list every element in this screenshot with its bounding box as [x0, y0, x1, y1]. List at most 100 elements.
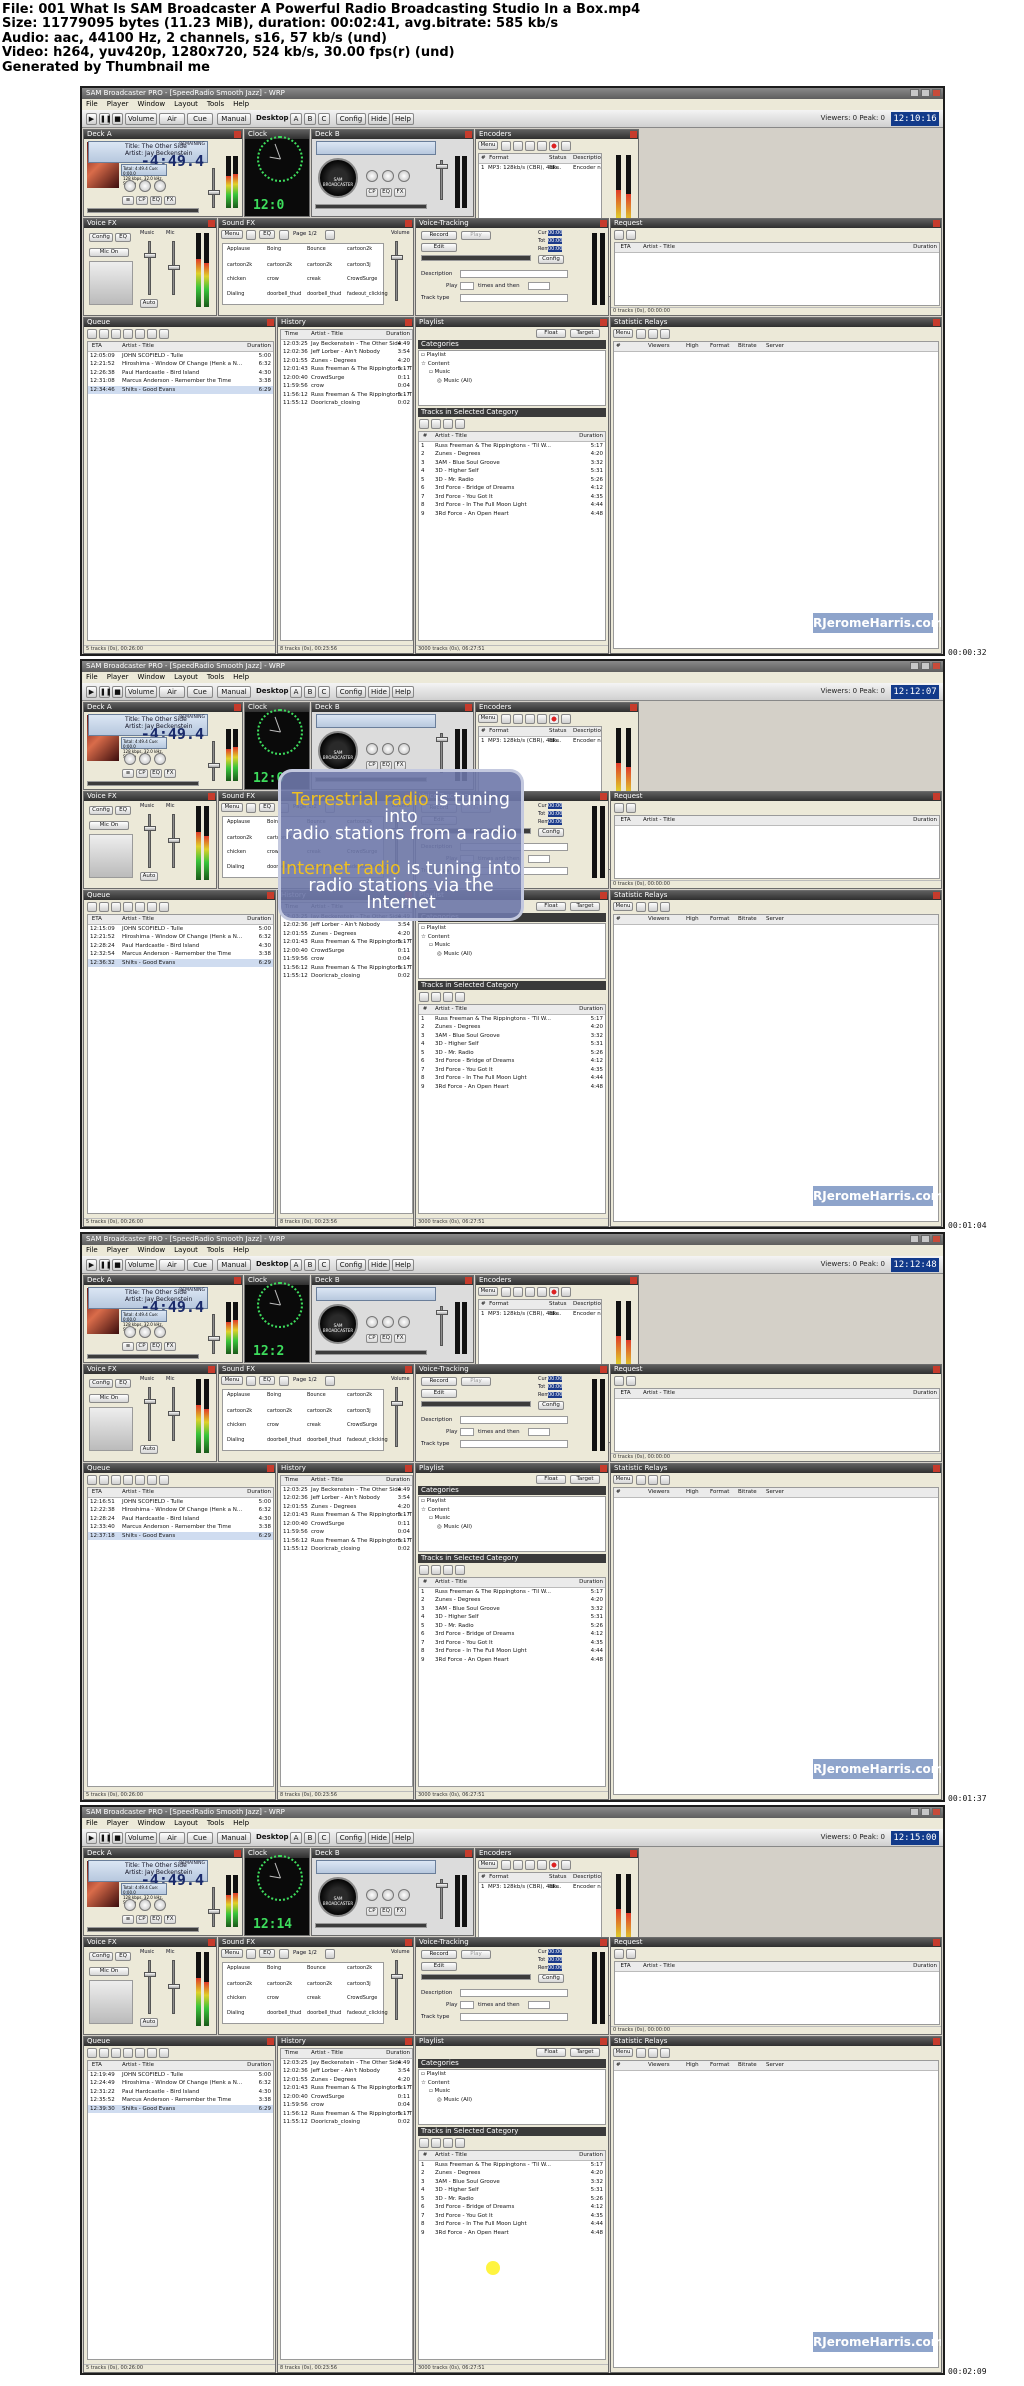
- encoders-menu-button[interactable]: Menu: [478, 714, 498, 723]
- config-button[interactable]: Config: [336, 1259, 366, 1271]
- pad-cartoon[interactable]: cartoon2k: [227, 835, 252, 841]
- history-row[interactable]: 12:01:43 Russ Freeman & The Rippingtons -…: [281, 1511, 412, 1520]
- history-row[interactable]: 12:01:43 Russ Freeman & The Rippingtons -…: [281, 2084, 412, 2093]
- queue-row[interactable]: 12:37:18 Shilts - Good Evans 6:29: [88, 1531, 273, 1540]
- add-icon[interactable]: [87, 2048, 97, 2058]
- close-icon[interactable]: [933, 319, 940, 326]
- pad-crow[interactable]: crow: [267, 1995, 279, 2001]
- cp-button[interactable]: CP: [136, 196, 148, 205]
- pad-cartoon[interactable]: cartoon2k: [227, 1981, 252, 1987]
- queue-row[interactable]: 12:35:52 Marcus Anderson - Remember the T…: [88, 2096, 273, 2105]
- maximize-icon[interactable]: [921, 1808, 930, 1816]
- search-icon[interactable]: [147, 2048, 157, 2058]
- track-type-dropdown[interactable]: [460, 2013, 568, 2021]
- vt-play-button[interactable]: Play: [461, 1950, 491, 1959]
- queue-row[interactable]: 12:34:46 Shilts - Good Evans 6:29: [88, 385, 273, 394]
- track-row[interactable]: 3 3AM - Blue Soul Groove 3:32: [419, 1605, 605, 1614]
- pad-chicken[interactable]: chicken: [227, 1422, 246, 1428]
- queue-row[interactable]: 12:28:24 Paul Hardcastle - Bird Island 4:3…: [88, 942, 273, 951]
- track-row[interactable]: 8 3rd Force - In The Full Moon Light 4:44: [419, 1074, 605, 1083]
- pad-applause[interactable]: Applause: [227, 246, 250, 252]
- mic-slider-knob[interactable]: [168, 265, 180, 270]
- track-row[interactable]: 4 3D - Higher Self 5:31: [419, 1040, 605, 1049]
- close-icon[interactable]: [465, 1277, 472, 1284]
- remove-icon[interactable]: [525, 141, 535, 151]
- manual-dropdown[interactable]: Manual: [217, 686, 251, 698]
- menu-tools[interactable]: Tools: [207, 100, 224, 109]
- pad-creak[interactable]: creak: [307, 1995, 321, 2001]
- fx-button[interactable]: FX: [394, 188, 406, 197]
- mic-on-button[interactable]: Mic On: [89, 248, 129, 257]
- track-row[interactable]: 6 3rd Force - Bridge of Dreams 4:12: [419, 2203, 605, 2212]
- add-icon[interactable]: [501, 714, 511, 724]
- menu-player[interactable]: Player: [107, 673, 129, 682]
- shuffle-icon[interactable]: [135, 902, 145, 912]
- track-row[interactable]: 2 Zunes - Degrees 4:20: [419, 450, 605, 459]
- add-icon[interactable]: [87, 902, 97, 912]
- tree-music[interactable]: ▫ Music: [419, 1514, 605, 1523]
- soundfx-volume-knob[interactable]: [391, 1401, 403, 1406]
- pad-cartoon[interactable]: cartoon2k: [347, 1392, 372, 1398]
- stop-icon[interactable]: [561, 714, 571, 724]
- pad-cartoon[interactable]: cartoon2k: [307, 262, 332, 268]
- desktop-c-button[interactable]: C: [318, 1259, 330, 1271]
- next-page-icon[interactable]: [325, 1949, 335, 1959]
- track-row[interactable]: 7 3rd Force - You Got It 4:35: [419, 493, 605, 502]
- desktop-b-button[interactable]: B: [304, 1259, 316, 1271]
- eq-button[interactable]: EQ: [150, 1915, 162, 1924]
- deck-a-volume-slider[interactable]: [212, 168, 215, 208]
- voicefx-eq-button[interactable]: EQ: [115, 1379, 131, 1388]
- close-icon[interactable]: [465, 131, 472, 138]
- play-icon[interactable]: [124, 1326, 136, 1338]
- pad-doorbell[interactable]: doorbell_thud: [267, 291, 301, 297]
- config-icon[interactable]: [537, 141, 547, 151]
- deck-a-progress[interactable]: [87, 1354, 199, 1359]
- eq-button[interactable]: EQ: [150, 769, 162, 778]
- play-count-input[interactable]: [460, 1428, 474, 1436]
- pad-fadeout[interactable]: fadeout_clicking: [347, 291, 388, 297]
- fx-button[interactable]: FX: [164, 196, 176, 205]
- desktop-b-button[interactable]: B: [304, 686, 316, 698]
- search-icon[interactable]: [147, 902, 157, 912]
- air-button[interactable]: Air: [159, 686, 185, 698]
- refresh-icon[interactable]: [159, 902, 169, 912]
- stop-icon[interactable]: [154, 753, 166, 765]
- stop-icon[interactable]: [154, 180, 166, 192]
- tree-playlist[interactable]: ▫ Playlist: [419, 924, 605, 933]
- close-icon[interactable]: [208, 793, 215, 800]
- prev-page-icon[interactable]: [279, 1376, 289, 1386]
- history-row[interactable]: 11:55:12 Dooricrab_closing 0:02: [281, 399, 412, 408]
- remove-icon[interactable]: [660, 2048, 670, 2058]
- track-row[interactable]: 9 3Rd Force - An Open Heart 4:48: [419, 510, 605, 519]
- mic-on-button[interactable]: Mic On: [89, 1967, 129, 1976]
- remove-icon[interactable]: [431, 2138, 441, 2148]
- record-button[interactable]: Record: [421, 1950, 457, 1959]
- tools-icon[interactable]: [513, 141, 523, 151]
- soundfx-volume-knob[interactable]: [391, 1974, 403, 1979]
- vt-config-button[interactable]: Config: [538, 828, 564, 837]
- remove-icon[interactable]: [660, 1475, 670, 1485]
- refresh-icon[interactable]: [455, 2138, 465, 2148]
- pad-applause[interactable]: Applause: [227, 819, 250, 825]
- relays-menu-button[interactable]: Menu: [613, 329, 633, 338]
- volume-button[interactable]: Volume: [125, 1259, 157, 1271]
- add-icon[interactable]: [87, 329, 97, 339]
- pad-cartoon[interactable]: cartoon2k: [307, 1408, 332, 1414]
- play-icon[interactable]: [366, 743, 378, 755]
- stop-icon[interactable]: ■: [112, 1832, 123, 1844]
- vt-config-button[interactable]: Config: [538, 1974, 564, 1983]
- history-row[interactable]: 11:56:12 Russ Freeman & The Rippingtons -…: [281, 391, 412, 400]
- soundfx-eq-button[interactable]: EQ: [259, 1376, 275, 1385]
- config-button[interactable]: Config: [336, 1832, 366, 1844]
- prev-page-icon[interactable]: [279, 1949, 289, 1959]
- pause-icon[interactable]: ❚❚: [99, 1259, 112, 1271]
- menu-layout[interactable]: Layout: [174, 1819, 198, 1828]
- deck-b-volume-knob[interactable]: [436, 1883, 448, 1888]
- help-button[interactable]: Help: [392, 686, 414, 698]
- eq-button[interactable]: EQ: [150, 196, 162, 205]
- menu-player[interactable]: Player: [107, 1819, 129, 1828]
- tree-music-all[interactable]: ◎ Music (All): [419, 1523, 605, 1532]
- queue-row[interactable]: 12:19:49 JOHN SCOFIELD - Tulle 5:00: [88, 2071, 273, 2080]
- track-row[interactable]: 1 Russ Freeman & The Rippingtons - 'Til W…: [419, 442, 605, 451]
- auto-button[interactable]: Auto: [140, 2018, 158, 2027]
